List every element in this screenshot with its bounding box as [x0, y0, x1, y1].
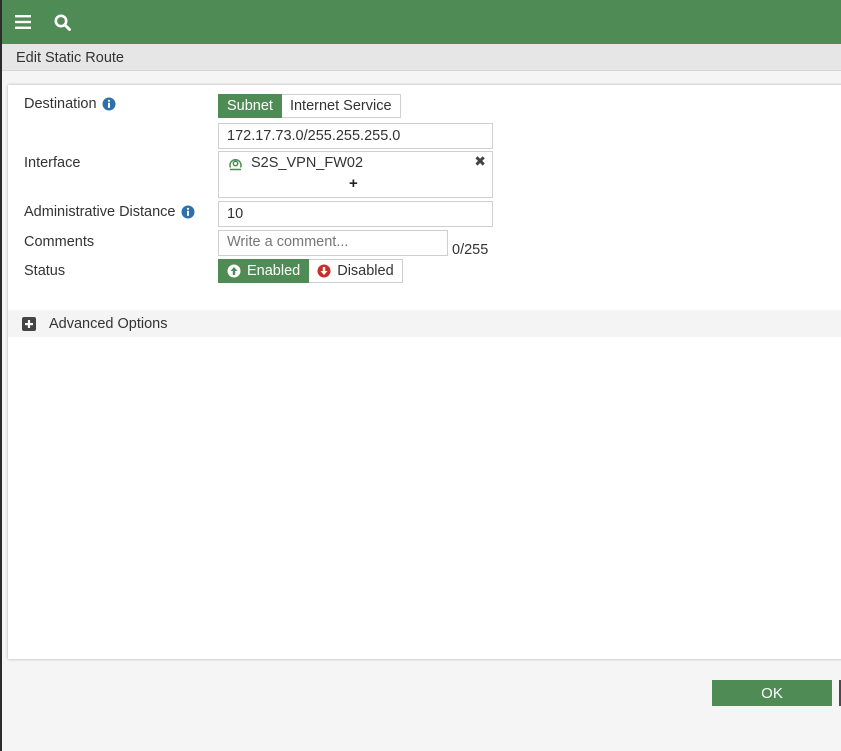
add-interface-icon[interactable]: + — [349, 175, 358, 192]
destination-label: Destination — [24, 96, 97, 112]
admin-distance-label: Administrative Distance — [24, 204, 176, 220]
expand-plus-icon — [22, 316, 36, 331]
arrow-up-circle-icon — [227, 264, 241, 278]
top-navigation-bar — [0, 0, 841, 44]
advanced-options-toggle[interactable]: Advanced Options — [8, 310, 841, 337]
search-icon[interactable] — [52, 12, 72, 32]
enabled-label: Enabled — [247, 263, 301, 279]
comments-textarea[interactable] — [218, 230, 448, 256]
admin-distance-row: Administrative Distance — [24, 204, 195, 220]
window-edge — [0, 44, 2, 751]
destination-row: Destination — [24, 96, 116, 112]
status-label: Status — [24, 263, 66, 279]
edit-static-route-panel: Destination Subnet Internet Service Inte… — [8, 85, 841, 659]
interface-selected-item: S2S_VPN_FW02 — [251, 155, 364, 171]
interface-selector[interactable]: S2S_VPN_FW02 ✖ + — [218, 151, 493, 198]
destination-type-toggle: Subnet Internet Service — [218, 94, 401, 118]
disabled-option-button[interactable]: Disabled — [309, 259, 403, 283]
internet-service-option-button[interactable]: Internet Service — [281, 94, 401, 118]
remove-interface-icon[interactable]: ✖ — [474, 153, 486, 170]
comments-row: Comments — [24, 234, 94, 250]
vpn-tunnel-icon — [228, 157, 243, 172]
interface-row: Interface — [24, 155, 80, 171]
advanced-options-label: Advanced Options — [49, 315, 168, 332]
dialog-title: Edit Static Route — [2, 44, 841, 71]
info-icon[interactable] — [181, 205, 195, 219]
info-icon[interactable] — [102, 97, 116, 111]
subnet-option-button[interactable]: Subnet — [218, 94, 282, 118]
arrow-down-circle-icon — [317, 264, 331, 278]
comments-label: Comments — [24, 234, 95, 250]
destination-subnet-input[interactable] — [218, 123, 493, 149]
status-row: Status — [24, 263, 65, 279]
disabled-label: Disabled — [337, 263, 394, 279]
enabled-option-button[interactable]: Enabled — [218, 259, 310, 283]
hamburger-menu-icon[interactable] — [13, 12, 33, 32]
status-toggle: Enabled Disabled — [218, 259, 403, 283]
interface-label: Interface — [24, 155, 81, 171]
comment-char-counter: 0/255 — [452, 242, 489, 258]
admin-distance-input[interactable] — [218, 201, 493, 227]
ok-button[interactable]: OK — [712, 680, 832, 706]
